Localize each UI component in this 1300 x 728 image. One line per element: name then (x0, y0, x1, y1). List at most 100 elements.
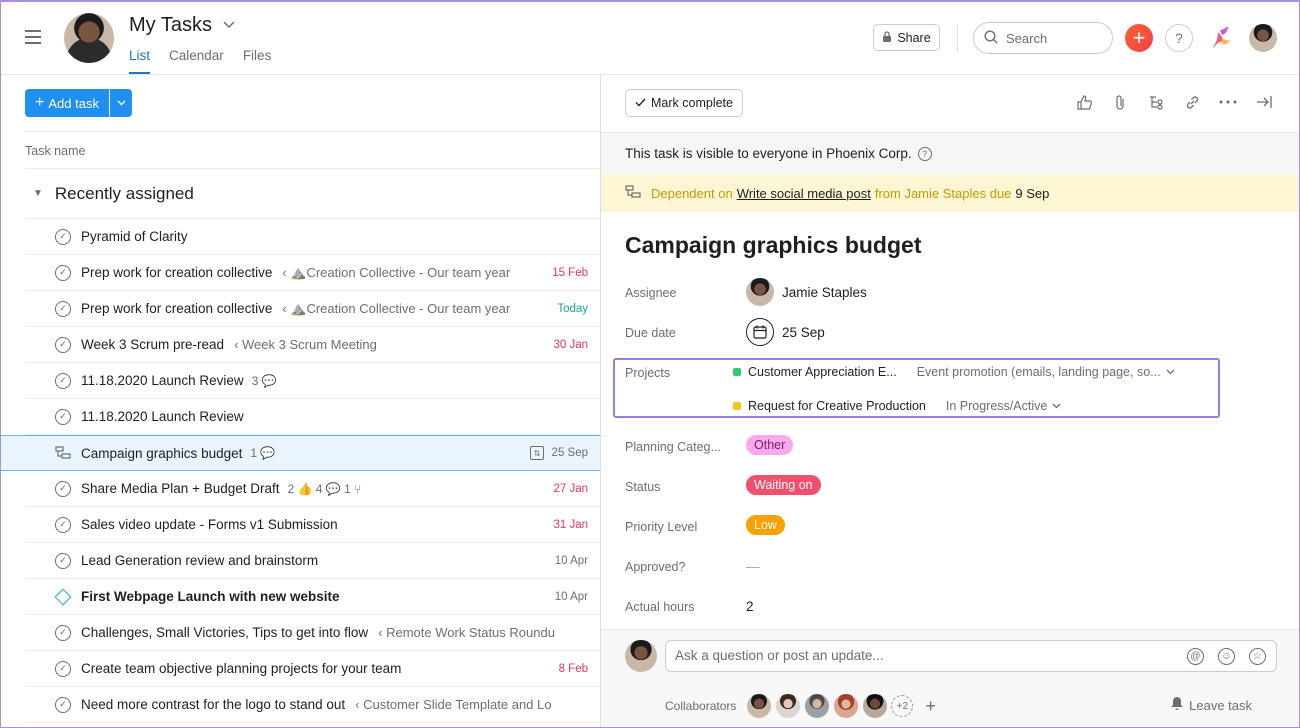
task-title[interactable]: Campaign graphics budget (625, 232, 921, 259)
add-task-button[interactable]: + Add task (25, 89, 109, 117)
field-approved[interactable]: — (746, 559, 760, 574)
check-circle-icon[interactable]: ✓ (55, 228, 71, 245)
emoji-icon[interactable]: ☺ (1218, 648, 1235, 665)
comment-count: 1 💬 (250, 446, 276, 460)
chevron-down-icon[interactable] (223, 18, 235, 32)
comment-input[interactable]: Ask a question or post an update... @ ☺ … (665, 640, 1277, 672)
project-tag[interactable]: ‹ Week 3 Scrum Meeting (234, 337, 377, 352)
leave-task-button[interactable]: Leave task (1170, 696, 1252, 714)
project-tag[interactable]: ‹ ⛰️Creation Collective - Our team year (282, 265, 510, 281)
task-name: Sales video update - Forms v1 Submission (81, 517, 338, 532)
collaborators-row: Collaborators +2 + (665, 694, 936, 718)
view-tabs: List Calendar Files (129, 48, 290, 74)
mention-icon[interactable]: @ (1187, 648, 1204, 665)
star-icon[interactable]: ☆ (1249, 648, 1266, 665)
project-entry[interactable]: Request for Creative Production In Progr… (733, 399, 1061, 413)
share-button[interactable]: Share (873, 24, 940, 51)
task-row[interactable]: ✓ Prep work for creation collective ‹ ⛰️… (25, 291, 600, 327)
check-circle-icon[interactable]: ✓ (55, 660, 71, 677)
due-date-field[interactable]: 25 Sep (746, 318, 825, 346)
tab-calendar[interactable]: Calendar (169, 48, 224, 74)
due-date: 10 Apr (554, 590, 588, 603)
section-header[interactable]: ▼ Recently assigned (25, 169, 600, 219)
project-tag[interactable]: ‹ Remote Work Status Roundu (378, 625, 555, 640)
check-circle-icon[interactable]: ✓ (55, 336, 71, 353)
section-select[interactable]: In Progress/Active (946, 399, 1061, 413)
check-circle-icon[interactable]: ✓ (55, 696, 71, 713)
due-date: 25 Sep (551, 447, 588, 459)
check-circle-icon[interactable]: ✓ (55, 480, 71, 497)
task-row[interactable]: ✓ Week 3 Scrum pre-read ‹ Week 3 Scrum M… (25, 327, 600, 363)
field-actual-hours[interactable]: 2 (746, 599, 754, 614)
dependency-task-link[interactable]: Write social media post (737, 186, 871, 201)
milestone-icon[interactable] (54, 588, 72, 605)
like-icon[interactable] (1075, 93, 1093, 111)
check-circle-icon[interactable]: ✓ (55, 408, 71, 425)
more-icon[interactable] (1219, 93, 1237, 111)
collaborator-avatar[interactable] (747, 694, 772, 718)
field-priority[interactable]: Low (746, 515, 785, 535)
task-name: Share Media Plan + Budget Draft (81, 481, 280, 496)
due-date: 8 Feb (558, 662, 588, 675)
mark-complete-button[interactable]: Mark complete (625, 89, 743, 117)
task-name: Pyramid of Clarity (81, 229, 188, 244)
task-row[interactable]: ✓ Sales video update - Forms v1 Submissi… (25, 507, 600, 543)
check-circle-icon[interactable]: ✓ (55, 300, 71, 317)
assignee-field[interactable]: Jamie Staples (746, 278, 867, 306)
question-icon[interactable]: ? (917, 147, 932, 161)
task-name: Create team objective planning projects … (81, 661, 402, 676)
tab-list[interactable]: List (129, 48, 151, 74)
sort-icon[interactable]: ⇅ (530, 446, 544, 460)
caret-down-icon[interactable]: ▼ (33, 188, 43, 199)
task-name: 11.18.2020 Launch Review (81, 373, 244, 388)
menu-icon[interactable] (25, 30, 41, 44)
task-row[interactable]: ✓ Pyramid of Clarity (25, 219, 600, 255)
check-circle-icon[interactable]: ✓ (55, 516, 71, 533)
project-entry[interactable]: Customer Appreciation E... Event promoti… (733, 365, 1175, 379)
check-circle-icon[interactable]: ✓ (55, 264, 71, 281)
more-collaborators[interactable]: +2 (891, 695, 914, 717)
chevron-down-icon (1052, 403, 1061, 409)
quick-add-button[interactable]: + (1125, 24, 1153, 52)
project-name[interactable]: Customer Appreciation E... (748, 365, 897, 379)
field-planning-category[interactable]: Other (746, 435, 794, 455)
close-pane-icon[interactable] (1255, 93, 1273, 111)
task-row[interactable]: ✓ Challenges, Small Victories, Tips to g… (25, 615, 600, 651)
task-row[interactable]: ✓ 11.18.2020 Launch Review (25, 399, 600, 435)
check-circle-icon[interactable]: ✓ (55, 552, 71, 569)
collaborator-avatar[interactable] (863, 694, 888, 718)
link-icon[interactable] (1183, 93, 1201, 111)
collaborator-avatar[interactable] (805, 694, 830, 718)
add-collaborator-icon[interactable]: + (925, 696, 936, 717)
collaborator-avatar[interactable] (776, 694, 801, 718)
task-row[interactable]: ✓ Lead Generation review and brainstorm … (25, 543, 600, 579)
tab-files[interactable]: Files (243, 48, 272, 74)
search-input[interactable]: Search (973, 22, 1113, 54)
attachment-icon[interactable] (1111, 93, 1129, 111)
task-row[interactable]: First Webpage Launch with new website 10… (25, 579, 600, 615)
task-row[interactable]: ✓ Prep work for creation collective ‹ ⛰️… (25, 255, 600, 291)
user-avatar[interactable] (1249, 24, 1277, 52)
task-row[interactable]: ✓ Share Media Plan + Budget Draft 2 👍 4 … (25, 471, 600, 507)
task-row[interactable]: ✓ Create team objective planning project… (25, 651, 600, 687)
task-row-selected[interactable]: Campaign graphics budget 1 💬 ⇅ 25 Sep (1, 435, 600, 471)
column-header-task-name[interactable]: Task name (25, 131, 600, 169)
add-task-dropdown-button[interactable] (110, 89, 132, 117)
task-row[interactable]: ✓ Need more contrast for the logo to sta… (25, 687, 600, 723)
project-tag[interactable]: ‹ Customer Slide Template and Lo (355, 697, 551, 712)
project-tag[interactable]: ‹ ⛰️Creation Collective - Our team year (282, 301, 510, 317)
subtask-icon[interactable] (1147, 93, 1165, 111)
help-button[interactable]: ? (1165, 24, 1193, 52)
task-list: ✓ Pyramid of Clarity ✓ Prep work for cre… (1, 219, 600, 723)
section-select[interactable]: Event promotion (emails, landing page, s… (917, 365, 1175, 379)
due-date: 30 Jan (553, 338, 588, 351)
task-row[interactable]: ✓ 11.18.2020 Launch Review 3 💬 (25, 363, 600, 399)
collaborator-avatar[interactable] (834, 694, 859, 718)
brand-logo-icon[interactable] (1208, 24, 1232, 52)
field-status[interactable]: Waiting on (746, 475, 821, 495)
check-circle-icon[interactable]: ✓ (55, 372, 71, 389)
project-name[interactable]: Request for Creative Production (748, 399, 926, 413)
task-name: Lead Generation review and brainstorm (81, 553, 319, 568)
task-name: Week 3 Scrum pre-read (81, 337, 225, 352)
check-circle-icon[interactable]: ✓ (55, 624, 71, 641)
